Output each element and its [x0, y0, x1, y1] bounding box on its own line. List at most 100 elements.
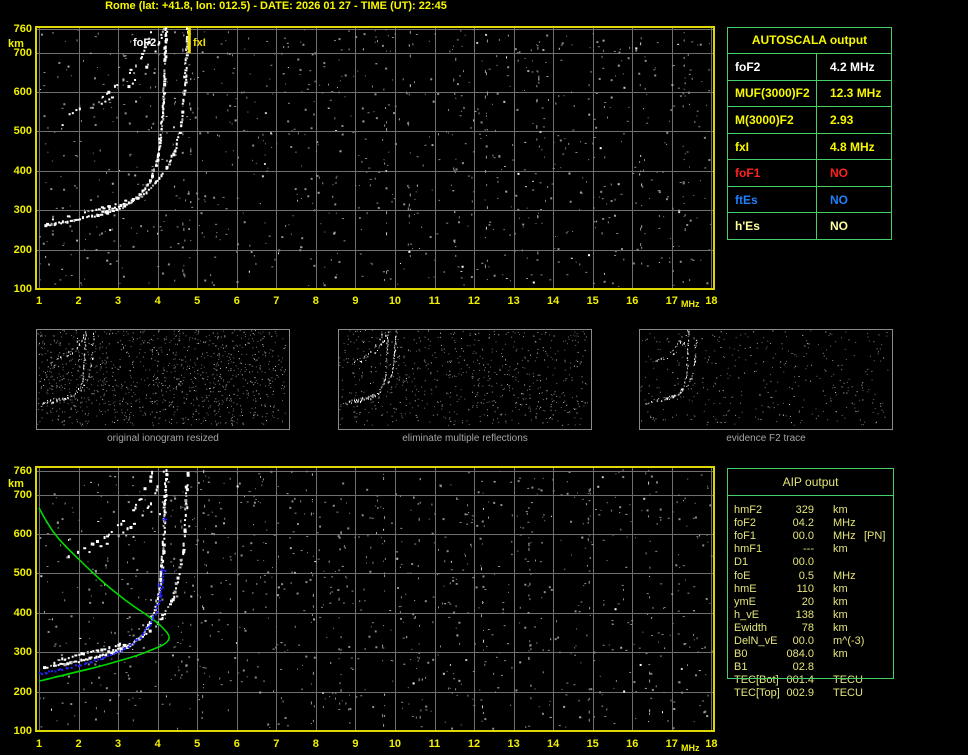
x-tick-label: 2: [75, 295, 82, 307]
autoscala-screen: { "header": { "title": "Rome (lat: +41.8…: [0, 0, 968, 755]
autoscala-output-panel: AUTOSCALA output foF2 4.2 MHz MUF(3000)F2 1…: [727, 27, 892, 240]
y-tick-label: 500: [13, 125, 32, 138]
x-tick-label: 11: [428, 295, 441, 307]
aip-row: Ewidth 78 km: [727, 622, 907, 635]
x-tick-label: 10: [388, 738, 402, 750]
autoscala-row-label: M(3000)F2: [728, 107, 817, 133]
aip-row-value: 001.4: [786, 674, 814, 687]
x-tick-label: 6: [233, 738, 240, 750]
x-tick-label: 8: [312, 295, 319, 307]
x-tick-label: 3: [115, 295, 122, 307]
y-tick-label: 400: [13, 164, 32, 177]
thumbnail-evidence-canvas: [640, 330, 890, 427]
x-tick-label: 2: [75, 738, 82, 750]
x-tick-label: 5: [194, 295, 201, 307]
thumbnail-original-canvas: [37, 330, 287, 427]
x-tick-label: 7: [273, 738, 280, 750]
autoscala-row-value: NO: [830, 192, 848, 207]
aip-row-extra: [PN]: [864, 530, 886, 543]
aip-row-unit: km: [833, 648, 848, 661]
y-tick-label: 500: [13, 567, 32, 580]
y-tick-label: 760: [13, 464, 32, 477]
x-tick-label: 7: [273, 295, 280, 307]
aip-row-unit: km: [833, 595, 848, 608]
aip-output-panel: hmF2 329 km foF2 04.2 MHz foF1 00.0 MHz [PN] hmF1-…: [727, 468, 907, 755]
thumbnail-eliminate-canvas: [339, 330, 589, 427]
aip-row-value: 00.0: [792, 530, 814, 543]
x-tick-label: 13: [507, 295, 520, 307]
aip-row-value: ---: [803, 543, 814, 556]
aip-row-unit: MHz: [833, 517, 856, 530]
aip-row-value: 138: [795, 608, 814, 621]
y-tick-label: 200: [13, 243, 32, 256]
autoscala-row: ftEs NO: [728, 185, 891, 213]
aip-row: TEC[Top] 002.9 TECU: [727, 687, 907, 700]
aip-row: foE 0.5 MHz: [727, 570, 907, 583]
autoscala-row: MUF(3000)F2 12.3 MHz: [728, 79, 891, 107]
aip-row: hmF2 329 km: [727, 504, 907, 517]
x-tick-label: 1: [35, 295, 43, 307]
aip-row: D1 00.0: [727, 556, 907, 569]
aip-row-unit: MHz: [833, 530, 856, 543]
x-tick-label: 9: [352, 738, 359, 750]
aip-row-value: 00.0: [792, 635, 814, 647]
aip-row-value: 00.0: [792, 556, 814, 569]
aip-row: hmF1 --- km: [727, 543, 907, 556]
aip-row: foF2 04.2 MHz: [727, 517, 907, 530]
x-tick-label: 14: [547, 738, 560, 750]
x-tick-label: 14: [547, 295, 560, 307]
aip-row-unit: m^(-3): [833, 635, 865, 647]
x-tick-label: 6: [233, 295, 240, 307]
thumbnail-original-ionogram: [36, 329, 290, 430]
autoscala-row: fxI 4.8 MHz: [728, 132, 891, 160]
y-tick-label: 400: [13, 606, 32, 619]
x-tick-label: 3: [115, 738, 122, 750]
aip-row-value: 002.9: [786, 687, 814, 700]
aip-row: B0 084.0 km: [727, 648, 907, 661]
autoscala-row: foF1 NO: [728, 159, 891, 186]
autoscala-row-value: 12.3 MHz: [830, 86, 882, 101]
ionogram-bottom-canvas: [35, 466, 715, 732]
x-tick-label: 17: [665, 295, 678, 307]
x-tick-label: 18: [705, 738, 718, 750]
x-tick-label: 1: [35, 738, 43, 750]
thumbnail-evidence-f2: [639, 329, 893, 430]
aip-row: TEC[Bot] 001.4 TECU: [727, 674, 907, 687]
autoscala-panel-title: AUTOSCALA output: [751, 33, 868, 47]
aip-row-unit: km: [833, 621, 848, 634]
x-tick-label: 15: [586, 295, 599, 307]
aip-row-unit: km: [833, 582, 848, 595]
aip-row-unit: TECU: [833, 687, 863, 700]
aip-row: DelN_vE 00.0 m^(-3): [727, 635, 907, 648]
ionogram-top-y-unit-label: km: [8, 38, 24, 50]
aip-row-value: 78: [801, 621, 814, 634]
x-tick-label: 4: [154, 295, 161, 307]
aip-row-unit: km: [833, 504, 848, 516]
autoscala-row: M(3000)F2 2.93: [728, 106, 891, 133]
y-tick-label: 600: [13, 86, 32, 98]
ionogram-top-canvas: [35, 26, 715, 290]
autoscala-row-label: ftEs: [728, 186, 817, 213]
x-tick-label: 11: [428, 738, 441, 750]
x-tick-label: 12: [467, 295, 481, 307]
y-tick-label: 100: [13, 283, 32, 295]
autoscala-row: foF2 4.2 MHz: [728, 53, 891, 80]
y-tick-label: 100: [13, 725, 32, 737]
y-tick-label: 300: [13, 204, 32, 217]
x-tick-label: 5: [194, 738, 201, 750]
aip-row-unit: MHz: [833, 569, 856, 582]
y-tick-label: 200: [13, 685, 32, 698]
x-tick-label: 16: [626, 738, 639, 750]
ionogram-bottom-y-unit-label: km: [8, 478, 24, 490]
ionogram-bottom-x-unit-label: MHz: [681, 743, 700, 753]
y-tick-label: 300: [13, 646, 32, 659]
thumbnail-eliminate-caption: eliminate multiple reflections: [402, 433, 528, 444]
autoscala-row-label: fxI: [728, 133, 817, 160]
aip-row-value: 329: [795, 504, 814, 516]
x-tick-label: 17: [665, 738, 678, 750]
autoscala-row-value: NO: [830, 219, 848, 234]
aip-row-unit: km: [833, 608, 848, 621]
x-tick-label: 4: [154, 738, 161, 750]
autoscala-row-value: NO: [830, 166, 848, 181]
autoscala-row-value: 4.8 MHz: [830, 139, 875, 154]
